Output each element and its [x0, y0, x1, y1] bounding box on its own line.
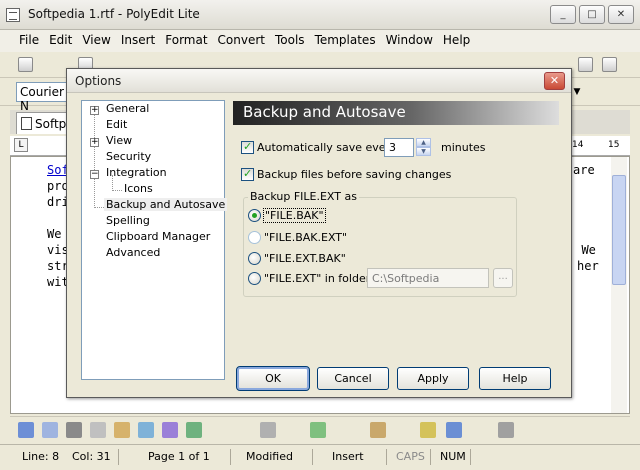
tree-item-edit[interactable]: Edit — [104, 118, 129, 131]
status-caps: CAPS — [396, 450, 425, 463]
menu-window[interactable]: Window — [381, 30, 438, 52]
panel-title: Backup and Autosave — [233, 101, 559, 125]
radio-file-ext-bak-label[interactable]: "FILE.EXT.BAK" — [264, 252, 346, 265]
image-icon[interactable] — [114, 422, 130, 438]
status-bar: Line: 8 Col: 31 Page 1 of 1 Modified Ins… — [0, 444, 640, 470]
spin-down-icon[interactable]: ▼ — [416, 147, 431, 156]
backup-checkbox[interactable] — [241, 167, 254, 181]
import-icon[interactable] — [446, 422, 462, 438]
radio-file-bak[interactable] — [248, 209, 261, 222]
scrollbar-thumb[interactable] — [612, 175, 626, 285]
autosave-minutes-input[interactable]: 3 — [384, 138, 414, 157]
spellcheck-icon[interactable] — [260, 422, 276, 438]
menu-help[interactable]: Help — [438, 30, 475, 52]
apply-button[interactable]: Apply — [397, 367, 469, 390]
tree-item-clipboard-manager[interactable]: Clipboard Manager — [104, 230, 212, 243]
tree-item-backup-and-autosave[interactable]: Backup and Autosave — [104, 198, 228, 211]
menubar: File Edit View Insert Format Convert Too… — [0, 30, 640, 52]
backup-label: Backup files before saving changes — [257, 168, 452, 181]
tools-icon[interactable] — [498, 422, 514, 438]
dialog-titlebar[interactable]: Options ✕ — [67, 69, 571, 93]
radio-file-bak-ext-label[interactable]: "FILE.BAK.EXT" — [264, 231, 347, 244]
spin-up-icon[interactable]: ▲ — [416, 138, 431, 147]
maximize-button[interactable]: □ — [579, 5, 605, 24]
tree-item-general[interactable]: General — [104, 102, 151, 115]
globe-icon[interactable] — [186, 422, 202, 438]
menu-insert[interactable]: Insert — [116, 30, 160, 52]
eraser-icon[interactable] — [602, 57, 617, 72]
dialog-title: Options — [75, 74, 122, 88]
insert-object-icon[interactable] — [18, 422, 34, 438]
backup-folder-input[interactable]: C:\Softpedia — [367, 268, 489, 288]
ruler-number: 15 — [608, 140, 620, 150]
tree-item-security[interactable]: Security — [104, 150, 153, 163]
tab-stop-selector[interactable]: L — [14, 138, 28, 152]
tree-item-integration[interactable]: Integration — [104, 166, 169, 179]
symbol-icon[interactable] — [90, 422, 106, 438]
close-button[interactable]: ✕ — [608, 5, 634, 24]
menu-file[interactable]: File — [14, 30, 44, 52]
cancel-button[interactable]: Cancel — [317, 367, 389, 390]
new-document-icon[interactable] — [18, 57, 33, 72]
collapse-icon[interactable]: − — [90, 170, 99, 179]
columns-icon[interactable] — [66, 422, 82, 438]
status-insert: Insert — [332, 450, 364, 463]
menu-format[interactable]: Format — [160, 30, 212, 52]
ok-button[interactable]: OK — [236, 366, 310, 391]
autosave-checkbox[interactable] — [241, 140, 254, 154]
menu-templates[interactable]: Templates — [310, 30, 381, 52]
tree-item-advanced[interactable]: Advanced — [104, 246, 162, 259]
tree-item-icons[interactable]: Icons — [122, 182, 155, 195]
radio-file-bak-label[interactable]: "FILE.BAK" — [263, 208, 326, 223]
status-page: Page 1 of 1 — [148, 450, 210, 463]
document-icon — [21, 117, 32, 130]
radio-file-ext-in-folder[interactable] — [248, 272, 261, 285]
app-titlebar: Softpedia 1.rtf - PolyEdit Lite _ □ ✕ — [0, 0, 640, 30]
bottom-toolbar — [10, 416, 630, 442]
radio-file-ext-in-folder-label[interactable]: "FILE.EXT" in folder: — [264, 272, 374, 285]
help-button[interactable]: Help — [479, 367, 551, 390]
ruler-number: 14 — [572, 140, 584, 150]
autosave-label: Automatically save every — [257, 141, 397, 154]
status-num: NUM — [440, 450, 466, 463]
radio-file-bak-ext[interactable] — [248, 231, 261, 244]
status-line: Line: 8 — [22, 450, 60, 463]
tree-item-view[interactable]: View — [104, 134, 134, 147]
minimize-button[interactable]: _ — [550, 5, 576, 24]
editor-line-fragment: her — [577, 259, 599, 273]
menu-view[interactable]: View — [77, 30, 115, 52]
chart-icon[interactable] — [162, 422, 178, 438]
expand-icon[interactable]: + — [90, 138, 99, 147]
menu-convert[interactable]: Convert — [213, 30, 270, 52]
editor-line-fragment: are — [573, 163, 595, 177]
status-modified: Modified — [246, 450, 293, 463]
browse-folder-button[interactable]: ... — [493, 268, 513, 288]
document-app-icon[interactable] — [6, 8, 20, 22]
clipboard-icon[interactable] — [420, 422, 436, 438]
radio-file-ext-bak[interactable] — [248, 252, 261, 265]
autosave-unit: minutes — [441, 141, 486, 154]
tab-label: Softp — [35, 117, 67, 131]
expand-icon[interactable]: + — [90, 106, 99, 115]
hand-icon[interactable] — [578, 57, 593, 72]
dialog-close-button[interactable]: ✕ — [544, 72, 565, 90]
table-icon[interactable] — [42, 422, 58, 438]
backup-format-group-label: Backup FILE.EXT as — [248, 190, 359, 203]
cube-icon[interactable] — [138, 422, 154, 438]
options-dialog: Options ✕ + General Edit + View Security… — [66, 68, 572, 398]
options-tree[interactable]: + General Edit + View Security − Integra… — [81, 100, 228, 380]
status-col: Col: 31 — [72, 450, 111, 463]
editor-line: We — [47, 227, 62, 241]
book-icon[interactable] — [370, 422, 386, 438]
tree-item-spelling[interactable]: Spelling — [104, 214, 152, 227]
app-title: Softpedia 1.rtf - PolyEdit Lite — [28, 7, 200, 21]
menu-tools[interactable]: Tools — [270, 30, 310, 52]
refresh-icon[interactable] — [310, 422, 326, 438]
menu-edit[interactable]: Edit — [44, 30, 77, 52]
